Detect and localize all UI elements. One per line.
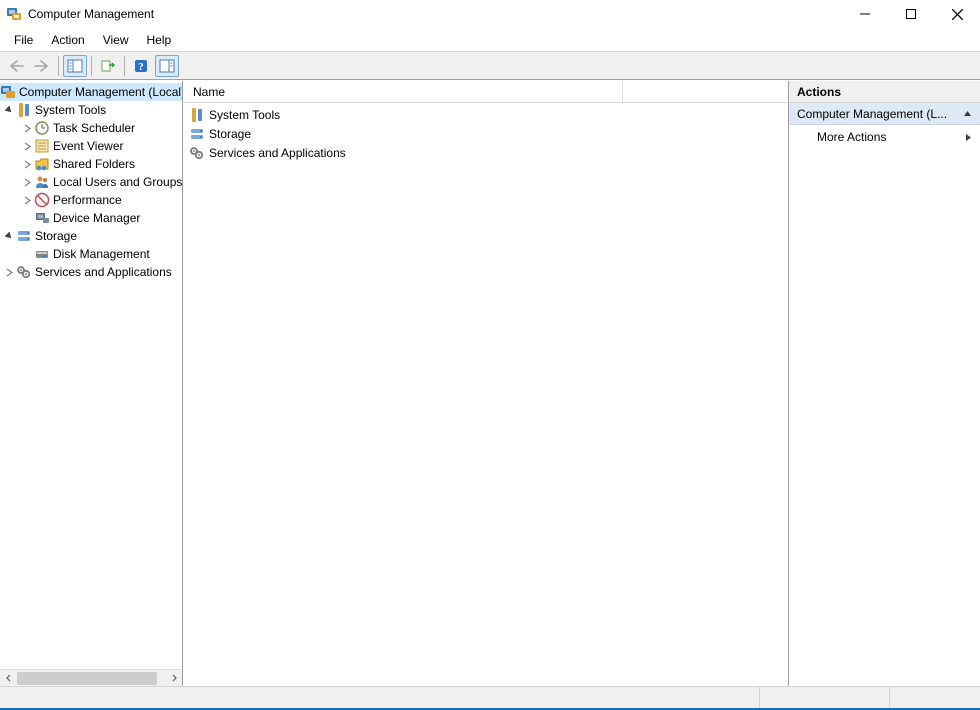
tree-label: Device Manager [53,211,140,225]
computer-management-icon [0,84,16,100]
list-item-label: Storage [209,127,251,141]
expand-icon[interactable] [3,266,15,278]
menu-view[interactable]: View [95,30,137,50]
actions-more[interactable]: More Actions [789,125,980,149]
tree-item-storage[interactable]: Storage [0,227,182,245]
users-icon [34,174,50,190]
menubar: File Action View Help [0,28,980,52]
expand-icon[interactable] [21,176,33,188]
tree-label: Computer Management (Local) [19,85,182,99]
toolbar-separator [91,56,92,76]
statusbar [0,686,980,708]
tree-label: Shared Folders [53,157,135,171]
list-item-label: System Tools [209,108,280,122]
shared-folder-icon [34,156,50,172]
forward-button[interactable] [30,55,54,77]
tree-label: Disk Management [53,247,150,261]
list-item-storage[interactable]: Storage [187,124,784,143]
app-icon [6,6,22,22]
column-header-name[interactable]: Name [183,81,623,102]
tree-item-device-manager[interactable]: Device Manager [0,209,182,227]
system-tools-icon [189,107,205,123]
tree-label: Services and Applications [35,265,172,279]
toolbar-separator [58,56,59,76]
clock-icon [34,120,50,136]
menu-file[interactable]: File [6,30,41,50]
menu-action[interactable]: Action [43,30,92,50]
services-icon [16,264,32,280]
window: Computer Management File Action View Hel… [0,0,980,710]
disk-icon [34,246,50,262]
window-title: Computer Management [28,7,154,21]
show-hide-tree-button[interactable] [63,55,87,77]
tree-label: Event Viewer [53,139,123,153]
list-item-services-apps[interactable]: Services and Applications [187,143,784,162]
storage-icon [16,228,32,244]
statusbar-cell [0,687,760,708]
tree-label: Storage [35,229,77,243]
performance-icon [34,192,50,208]
event-viewer-icon [34,138,50,154]
tree-item-local-users[interactable]: Local Users and Groups [0,173,182,191]
tree-panel: Computer Management (Local) System Tools [0,81,183,686]
actions-section-label: Computer Management (L... [797,107,947,121]
statusbar-cell [890,687,980,708]
list-panel: Name System Tools Storage [183,81,789,686]
expander-spacer [21,248,33,260]
expander-spacer [21,212,33,224]
list-item-label: Services and Applications [209,146,346,160]
statusbar-cell [760,687,890,708]
expand-icon[interactable] [21,158,33,170]
device-manager-icon [34,210,50,226]
expand-icon[interactable] [21,140,33,152]
menu-help[interactable]: Help [139,30,180,50]
tree-label: Performance [53,193,122,207]
collapse-triangle-icon [963,109,972,118]
svg-text:?: ? [138,61,144,73]
back-button[interactable] [4,55,28,77]
collapse-icon[interactable] [3,230,15,242]
content-area: Computer Management (Local) System Tools [0,80,980,686]
actions-more-label: More Actions [817,130,886,144]
expand-icon[interactable] [21,194,33,206]
scroll-left-button[interactable] [0,670,17,687]
tree-item-services-apps[interactable]: Services and Applications [0,263,182,281]
list-item-system-tools[interactable]: System Tools [187,105,784,124]
storage-icon [189,126,205,142]
tree-item-disk-management[interactable]: Disk Management [0,245,182,263]
scrollbar-thumb[interactable] [17,672,157,685]
submenu-arrow-icon [965,133,972,142]
tree-label: System Tools [35,103,106,117]
list-header: Name [183,81,788,103]
maximize-button[interactable] [888,0,934,28]
tree: Computer Management (Local) System Tools [0,81,182,669]
tree-item-performance[interactable]: Performance [0,191,182,209]
close-button[interactable] [934,0,980,28]
tree-item-system-tools[interactable]: System Tools [0,101,182,119]
tree-label: Local Users and Groups [53,175,182,189]
minimize-button[interactable] [842,0,888,28]
horizontal-scrollbar[interactable] [0,669,182,686]
tree-item-event-viewer[interactable]: Event Viewer [0,137,182,155]
actions-section[interactable]: Computer Management (L... [789,103,980,125]
collapse-icon[interactable] [3,104,15,116]
actions-panel: Actions Computer Management (L... More A… [789,81,980,686]
toolbar-separator [124,56,125,76]
tree-item-root[interactable]: Computer Management (Local) [0,83,182,101]
tree-item-task-scheduler[interactable]: Task Scheduler [0,119,182,137]
services-icon [189,145,205,161]
tree-item-shared-folders[interactable]: Shared Folders [0,155,182,173]
scrollbar-track[interactable] [17,670,165,687]
list-body: System Tools Storage Services and Applic… [183,103,788,686]
actions-header: Actions [789,81,980,103]
titlebar: Computer Management [0,0,980,28]
toolbar: ? [0,52,980,80]
export-list-button[interactable] [96,55,120,77]
system-tools-icon [16,102,32,118]
help-button[interactable]: ? [129,55,153,77]
expand-icon[interactable] [21,122,33,134]
tree-label: Task Scheduler [53,121,135,135]
show-hide-action-pane-button[interactable] [155,55,179,77]
scroll-right-button[interactable] [165,670,182,687]
